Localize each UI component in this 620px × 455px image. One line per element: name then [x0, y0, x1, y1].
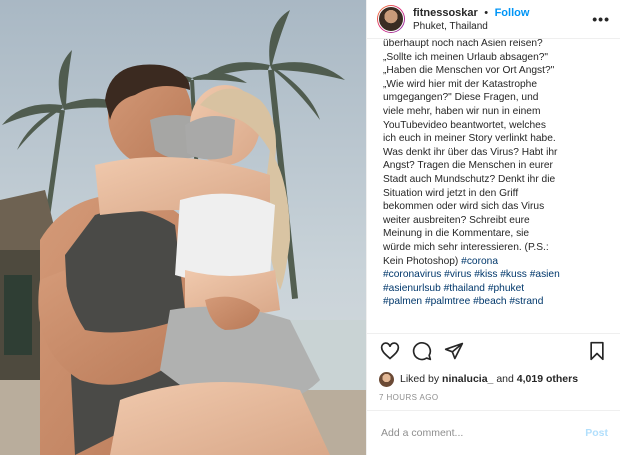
caption-line: Kein Photoshop) #corona [383, 255, 498, 267]
action-bar [367, 333, 620, 368]
hashtag-line: #asienurlsub #thailand #phuket [383, 282, 608, 296]
caption-line: viele mehr, haben wir nun in einem [383, 105, 541, 117]
hashtag-link[interactable]: #strand [509, 296, 543, 307]
save-button[interactable] [586, 340, 608, 362]
caption-scroll-area[interactable]: überhaupt noch nach Asien reisen? „Sollte… [367, 39, 620, 333]
caption-line: bekommen oder wird sich das Virus [383, 201, 545, 213]
post-comment-button[interactable]: Post [585, 427, 608, 439]
likes-summary: Liked by ninalucia_ and 4,019 others [367, 368, 620, 390]
comment-box: Post [367, 410, 620, 455]
liker-avatar[interactable] [379, 371, 394, 387]
caption-line: YouTubevideo beantwortet, welches [383, 119, 546, 131]
caption-line: überhaupt noch nach Asien reisen? [383, 39, 543, 49]
more-options-button[interactable]: ••• [592, 11, 610, 27]
caption-line: Meinung in die Kommentare, sie [383, 228, 530, 240]
instagram-post: fitnessoskar • Follow Phuket, Thailand •… [0, 0, 620, 455]
caption-line: „Sollte ich meinen Urlaub absagen?" [383, 51, 549, 63]
caption-line: umgegangen?" Diese Fragen, und [383, 92, 539, 104]
caption-line: „Wie wird hier mit der Katastrophe [383, 78, 537, 90]
separator-dot: • [484, 7, 489, 19]
profile-avatar[interactable] [377, 5, 405, 33]
post-photo[interactable] [0, 0, 366, 455]
hashtag-link[interactable]: #phuket [488, 283, 524, 294]
caption-line: ich euch in meiner Story verlinkt habe. [383, 133, 556, 145]
post-sidebar: fitnessoskar • Follow Phuket, Thailand •… [366, 0, 620, 455]
share-button[interactable] [443, 340, 465, 362]
username-link[interactable]: fitnessoskar [413, 7, 478, 19]
hashtag-line: #coronavirus #virus #kiss #kuss #asien [383, 268, 608, 282]
hashtag-line: #palmen #palmtree #beach #strand [383, 295, 608, 309]
avatar-image [378, 6, 404, 32]
post-timestamp[interactable]: 7 HOURS AGO [367, 390, 620, 406]
post-caption: überhaupt noch nach Asien reisen? „Sollte… [383, 39, 608, 309]
hashtag-link[interactable]: #virus [444, 269, 471, 280]
caption-line: würde mich sehr interessieren. (P.S.: [383, 241, 549, 253]
comment-button[interactable] [411, 340, 433, 362]
share-icon [444, 342, 464, 360]
caption-line: „Haben die Menschen vor Ort Angst?" [383, 65, 555, 77]
follow-button[interactable]: Follow [495, 7, 530, 19]
hashtag-link[interactable]: #palmen [383, 296, 422, 307]
likes-conjunction: and [496, 373, 514, 385]
heart-icon [380, 342, 400, 360]
hashtag-link[interactable]: #beach [473, 296, 506, 307]
post-header: fitnessoskar • Follow Phuket, Thailand •… [367, 0, 620, 39]
hashtag-link[interactable]: #asienurlsub [383, 283, 441, 294]
liker-username[interactable]: ninalucia_ [442, 373, 493, 385]
hashtag-link[interactable]: #thailand [444, 283, 485, 294]
likes-count[interactable]: 4,019 others [517, 373, 578, 385]
hashtag-link[interactable]: #asien [530, 269, 560, 280]
header-text: fitnessoskar • Follow Phuket, Thailand [413, 5, 592, 33]
caption-line: Was denkt ihr über das Virus? Habt ihr [383, 146, 558, 158]
hashtag-link[interactable]: #kiss [474, 269, 497, 280]
caption-line: Angst? Tragen die Menschen in eurer [383, 160, 553, 172]
hashtag-link[interactable]: #corona [461, 256, 498, 267]
comment-input[interactable] [379, 426, 586, 440]
hashtag-link[interactable]: #palmtree [425, 296, 470, 307]
hashtag-link[interactable]: #coronavirus [383, 269, 441, 280]
photo-illustration [0, 0, 366, 455]
like-button[interactable] [379, 340, 401, 362]
likes-prefix: Liked by [400, 373, 440, 385]
hashtag-link[interactable]: #kuss [500, 269, 527, 280]
comment-icon [412, 342, 432, 361]
bookmark-icon [590, 341, 604, 361]
caption-line: Stadt auch Mundschutz? Denkt ihr die [383, 173, 556, 185]
caption-line: weiter ausbreiten? Schreibt eure [383, 214, 530, 226]
caption-line: Situation wird jetzt in den Griff [383, 187, 519, 199]
location-link[interactable]: Phuket, Thailand [413, 20, 592, 33]
